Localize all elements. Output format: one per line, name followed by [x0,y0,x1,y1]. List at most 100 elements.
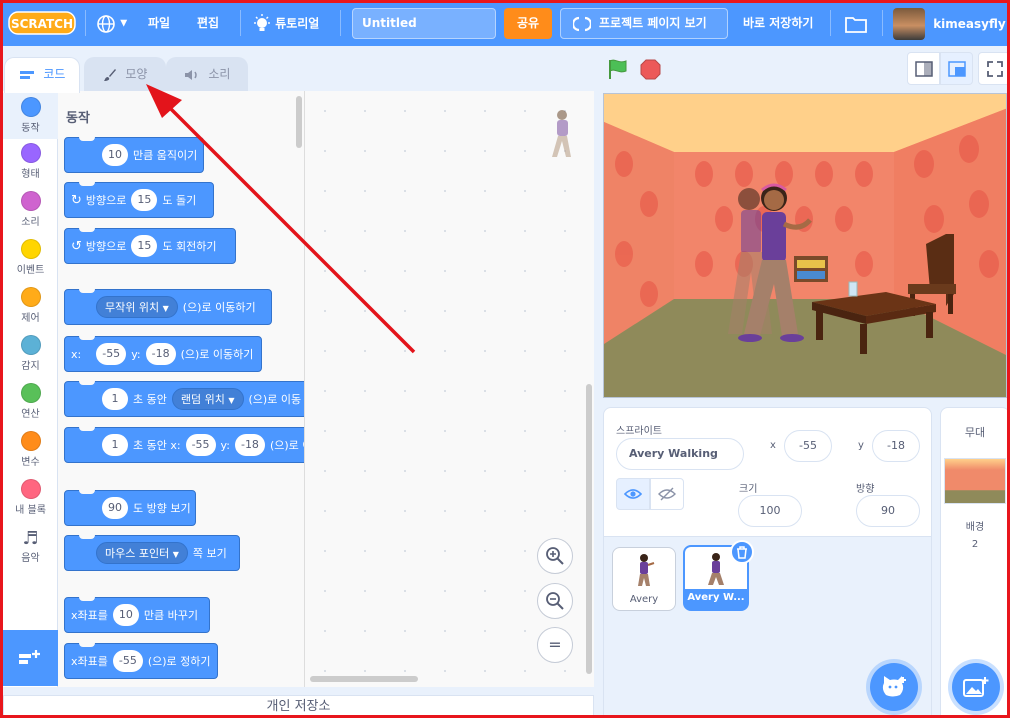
block-label: 초 동안 x: [133,439,181,452]
choose-sprite-button[interactable] [870,663,918,711]
eye-slash-icon [658,487,676,501]
block-dropdown[interactable]: 마우스 포인터 ▼ [96,542,188,564]
green-flag-icon[interactable] [607,58,629,80]
block-label: y: [220,438,230,452]
edit-menu[interactable]: 편집 [197,0,219,46]
turn-left-block[interactable]: ↺ 방향으로 15 도 회전하기 [64,228,236,264]
block-input[interactable]: -18 [234,434,265,456]
category-operators[interactable]: 연산 [3,383,58,420]
hide-sprite-button[interactable] [650,478,684,510]
category-label: 소리 [21,217,40,228]
block-input[interactable]: 1 [102,434,128,456]
normal-stage-button[interactable] [940,52,973,85]
choose-backdrop-button[interactable] [952,663,1000,711]
block-input[interactable]: -18 [145,343,176,365]
point-towards-block[interactable]: 마우스 포인터 ▼ 쪽 보기 [64,535,240,571]
block-label: x좌표를 [71,609,108,622]
size-input[interactable]: 100 [738,495,802,527]
change-x-block[interactable]: x좌표를 10 만큼 바꾸기 [64,597,210,633]
glide-to-xy-block[interactable]: 1 초 동안 x: -55 y: -18 (으)로 이 [64,427,304,463]
block-input[interactable]: -55 [185,434,216,456]
glide-to-block[interactable]: 1 초 동안 랜덤 위치 ▼ (으)로 이동 [64,381,304,417]
x-position-input[interactable]: -55 [784,430,832,462]
sprite-thumbnail [708,553,724,585]
block-input[interactable]: 90 [102,497,128,519]
rotate-right-icon: ↻ [71,192,82,208]
add-extension-button[interactable] [3,630,58,686]
backpack-bar[interactable]: 개인 저장소 [3,695,594,718]
category-label: 연산 [21,409,40,420]
block-input[interactable]: -55 [112,650,143,672]
zoom-reset-button[interactable]: = [537,627,573,663]
small-stage-button[interactable] [907,52,940,85]
sprite-tile[interactable]: Avery [612,547,676,611]
block-input[interactable]: 15 [131,189,158,211]
stop-icon[interactable] [640,59,661,80]
block-label: 도 회전하기 [162,240,217,253]
see-project-page-button[interactable]: 프로젝트 페이지 보기 [560,8,728,39]
small-stage-icon [915,61,933,77]
my-stuff-button[interactable] [845,0,867,46]
tab-code[interactable]: 코드 [4,57,80,93]
show-sprite-button[interactable] [616,478,650,510]
share-button[interactable]: 공유 [504,8,552,39]
block-input[interactable]: 10 [102,144,128,166]
project-title-input[interactable]: Untitled [352,8,496,39]
category-sound[interactable]: 소리 [3,191,58,228]
category-dot [20,97,41,117]
y-position-input[interactable]: -18 [872,430,920,462]
category-dot [20,335,41,355]
category-dot [20,479,41,499]
palette-scrollbar[interactable] [296,96,302,148]
category-my-blocks[interactable]: 내 블록 [3,479,58,516]
point-in-direction-block[interactable]: 90 도 방향 보기 [64,490,196,526]
block-input[interactable]: -55 [96,343,127,365]
block-dropdown[interactable]: 무작위 위치 ▼ [96,296,178,318]
category-sensing[interactable]: 감지 [3,335,58,372]
block-label: y: [131,347,141,361]
block-dropdown[interactable]: 랜덤 위치 ▼ [171,388,244,410]
language-menu[interactable]: ▼ [96,0,127,46]
file-menu[interactable]: 파일 [148,0,170,46]
save-now-button[interactable]: 바로 저장하기 [743,0,813,46]
sprite-name-input[interactable]: Avery Walking [616,438,744,470]
zoom-out-icon [546,592,564,610]
category-motion[interactable]: 동작 [3,93,58,139]
block-input[interactable]: 10 [112,604,139,626]
category-music[interactable]: ♬ 음악 [3,529,58,565]
code-icon [19,67,39,81]
direction-input[interactable]: 90 [856,495,920,527]
go-to-block[interactable]: 무작위 위치 ▼ (으)로 이동하기 [64,289,272,325]
category-menu: 동작 형태 소리 이벤트 제어 감지 연산 변수 내 블록 ♬ 음악 [3,91,58,687]
tab-sounds[interactable]: 소리 [166,57,248,92]
vertical-scrollbar[interactable] [586,384,592,674]
category-label: 음악 [21,553,40,564]
block-label: 도 돌기 [162,194,197,207]
account-menu[interactable]: kimeasyfly ▼ [893,0,1010,46]
zoom-out-button[interactable] [537,583,573,619]
tutorials-menu[interactable]: 튜토리얼 [253,0,319,46]
delete-sprite-button[interactable] [730,540,754,564]
stage-canvas[interactable] [603,93,1007,398]
image-add-icon [963,677,989,697]
category-events[interactable]: 이벤트 [3,239,58,276]
category-variables[interactable]: 변수 [3,431,58,468]
block-input[interactable]: 1 [102,388,128,410]
move-steps-block[interactable]: 10 만큼 움직이기 [64,137,204,173]
category-looks[interactable]: 형태 [3,143,58,180]
zoom-in-button[interactable] [537,538,573,574]
category-dot [20,383,41,403]
dropdown-value: 무작위 위치 [105,301,160,314]
set-x-block[interactable]: x좌표를 -55 (으)로 정하기 [64,643,218,679]
turn-right-block[interactable]: ↻ 방향으로 15 도 돌기 [64,182,214,218]
fullscreen-button[interactable] [978,52,1010,85]
category-control[interactable]: 제어 [3,287,58,324]
go-to-xy-block[interactable]: x: -55 y: -18 (으)로 이동하기 [64,336,262,372]
tab-costumes[interactable]: 모양 [84,57,166,92]
block-input[interactable]: 15 [131,235,158,257]
backdrop-thumbnail [944,458,1006,504]
horizontal-scrollbar[interactable] [310,676,418,682]
block-label: x좌표를 [71,655,108,668]
zoom-in-icon [546,547,564,565]
scratch-logo[interactable]: SCRATCH [8,10,76,36]
